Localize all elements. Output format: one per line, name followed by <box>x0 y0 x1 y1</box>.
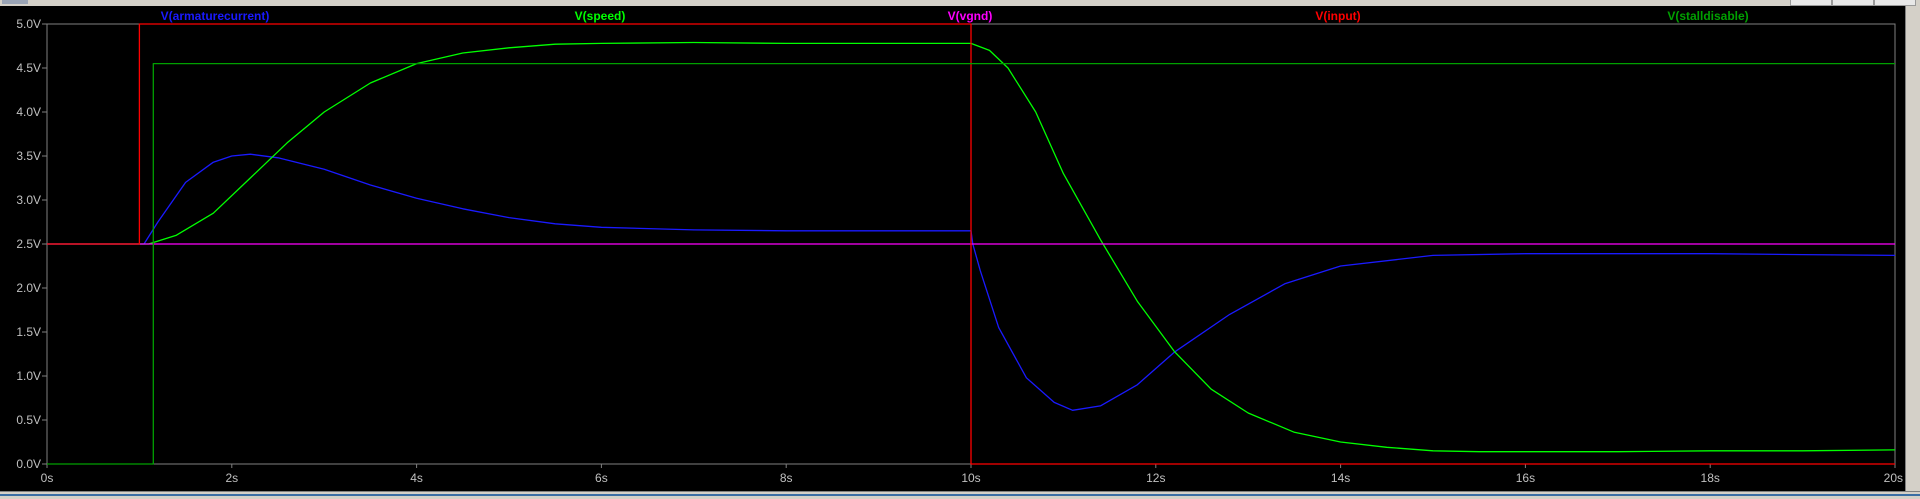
y-tick-label: 1.0V <box>16 369 41 383</box>
y-tick-label: 4.5V <box>16 61 41 75</box>
traces <box>47 23 1896 465</box>
x-tick-label: 16s <box>1516 471 1535 485</box>
y-tick-label: 0.5V <box>16 413 41 427</box>
x-tick-label: 20s <box>1884 471 1903 485</box>
x-tick-label: 8s <box>780 471 793 485</box>
y-tick-label: 3.5V <box>16 149 41 163</box>
tick-labels: 0.0V 0.5V 1.0V 1.5V 2.0V 2.5V 3.0V 3.5V 4.0V 4.5V… <box>16 17 1903 485</box>
legend: V(armaturecurrent) V(speed) V(vgnd) V(input… <box>161 9 1749 23</box>
waveform-plot[interactable]: 0.0V 0.5V 1.0V 1.5V 2.0V 2.5V 3.0V 3.5V 4.0V 4.5V… <box>0 6 1905 491</box>
axes <box>42 23 1896 468</box>
y-tick-label: 1.5V <box>16 325 41 339</box>
x-tick-label: 0s <box>41 471 54 485</box>
legend-v-armaturecurrent[interactable]: V(armaturecurrent) <box>161 9 270 23</box>
y-tick-label: 3.0V <box>16 193 41 207</box>
y-tick-label: 0.0V <box>16 457 41 471</box>
window-icon <box>2 0 28 4</box>
x-tick-label: 4s <box>410 471 423 485</box>
x-tick-label: 14s <box>1331 471 1350 485</box>
y-tick-label: 2.5V <box>16 237 41 251</box>
x-tick-label: 12s <box>1146 471 1165 485</box>
x-tick-label: 10s <box>961 471 980 485</box>
taskbar-edge <box>0 494 1920 496</box>
x-tick-label: 18s <box>1701 471 1720 485</box>
vertical-scrollbar[interactable] <box>1905 6 1920 491</box>
waveform-viewer-window: 0.0V 0.5V 1.0V 1.5V 2.0V 2.5V 3.0V 3.5V 4.0V 4.5V… <box>0 0 1920 499</box>
x-tick-label: 6s <box>595 471 608 485</box>
legend-v-stalldisable[interactable]: V(stalldisable) <box>1667 9 1748 23</box>
legend-v-speed[interactable]: V(speed) <box>575 9 626 23</box>
y-tick-label: 2.0V <box>16 281 41 295</box>
x-tick-label: 2s <box>225 471 238 485</box>
y-tick-label: 5.0V <box>16 17 41 31</box>
legend-v-input[interactable]: V(input) <box>1315 9 1360 23</box>
legend-v-vgnd[interactable]: V(vgnd) <box>948 9 993 23</box>
y-tick-label: 4.0V <box>16 105 41 119</box>
